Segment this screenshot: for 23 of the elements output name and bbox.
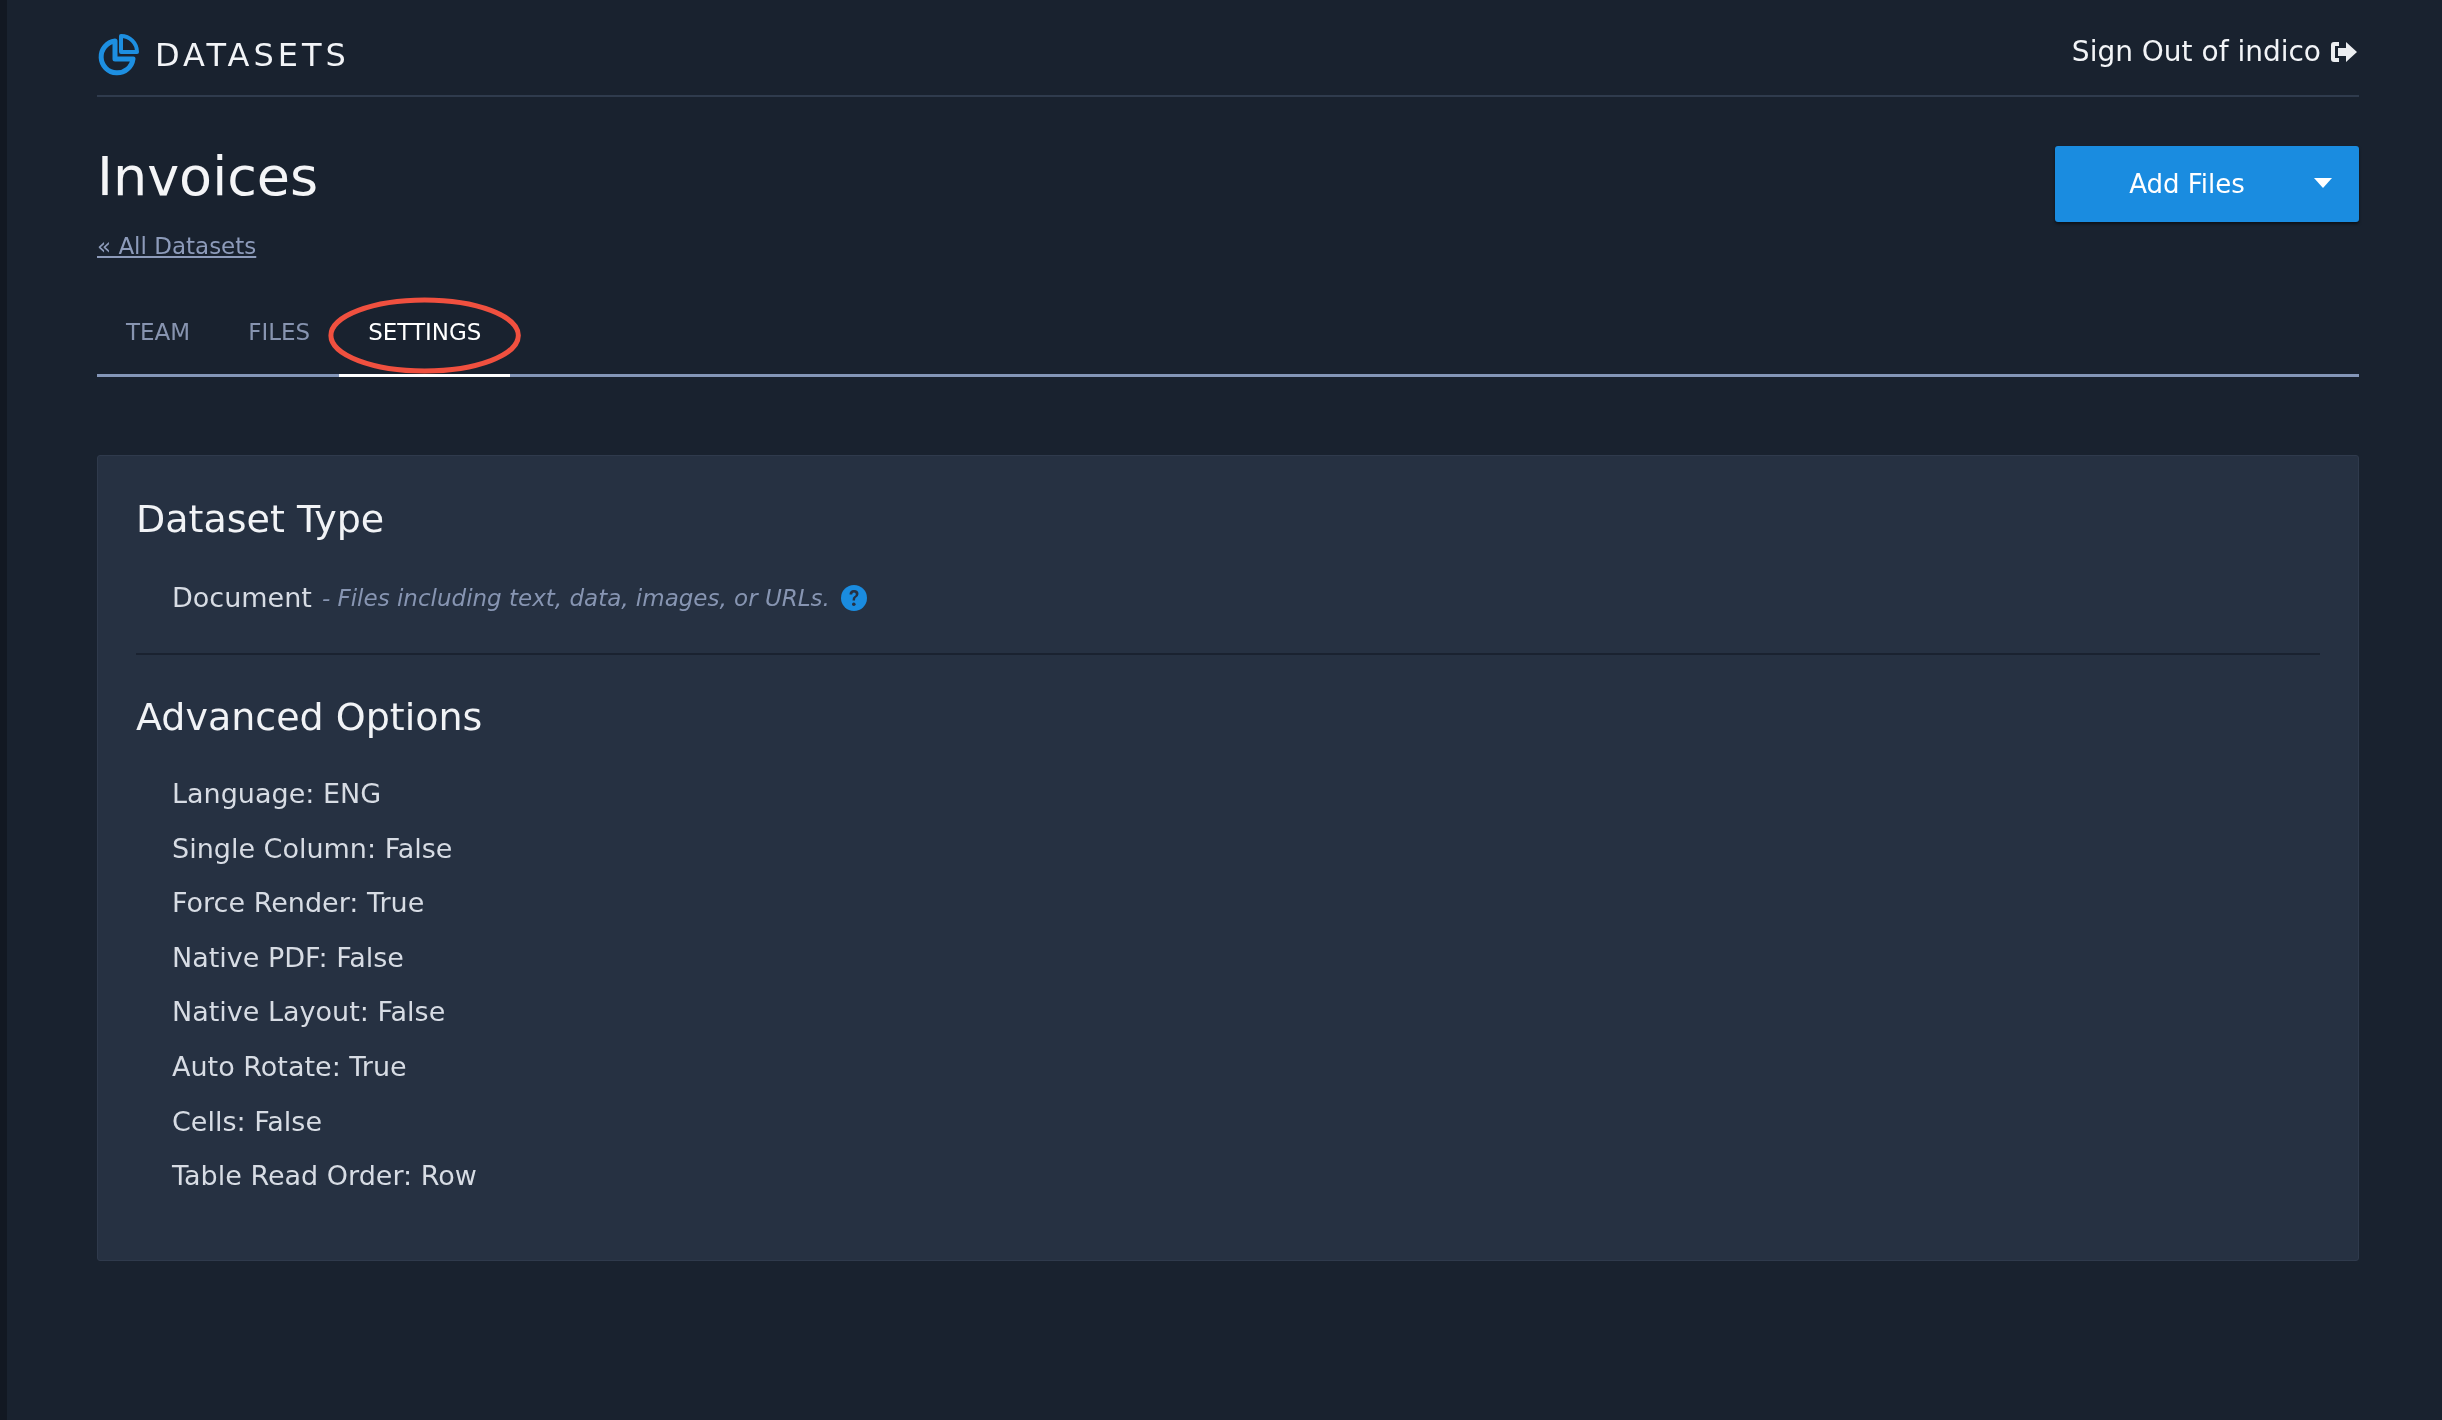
tab[interactable]: FILES [219, 303, 340, 377]
brand-title: DATASETS [155, 35, 350, 74]
sign-out-link[interactable]: Sign Out of indico [2071, 35, 2359, 68]
add-files-button[interactable]: Add Files [2055, 146, 2359, 222]
back-link[interactable]: « All Datasets [97, 233, 257, 259]
dataset-type-value: Document [172, 582, 312, 613]
option-text: Native Layout: False [172, 995, 447, 1030]
option-text: Auto Rotate: True [172, 1049, 408, 1084]
tab[interactable]: SETTINGS [339, 303, 511, 377]
caret-icon [2313, 177, 2333, 189]
option-text: Force Render: True [172, 886, 426, 921]
dataset-type-description: - Files including text, data, images, or URLs. [321, 584, 830, 611]
option-text: Cells: False [172, 1104, 323, 1139]
option-text: Table Read Order: Row [172, 1159, 478, 1194]
section-heading: Dataset Type [136, 496, 386, 543]
help-icon[interactable] [839, 583, 868, 612]
option-text: Native PDF: False [172, 940, 405, 975]
section-heading: Advanced Options [136, 694, 484, 741]
option-text: Single Column: False [172, 831, 454, 866]
tab[interactable]: TEAM [97, 303, 220, 377]
page-title: Invoices [97, 145, 319, 209]
option-text: Language: ENG [172, 777, 383, 811]
pie-chart-icon [97, 32, 141, 77]
